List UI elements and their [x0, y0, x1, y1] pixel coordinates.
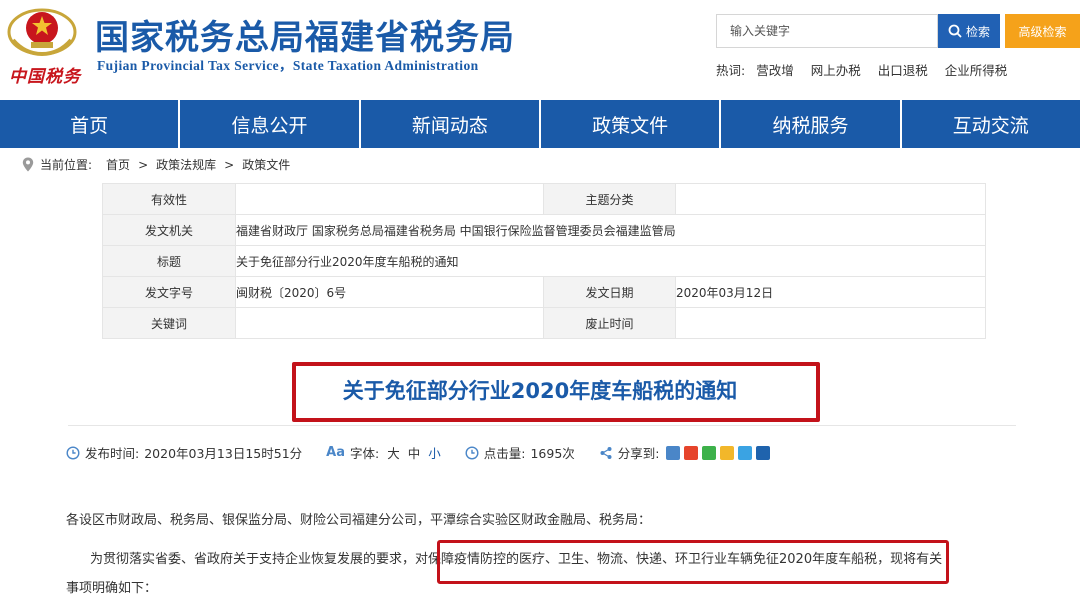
issuer-label: 发文机关: [102, 214, 236, 246]
nav-item-interaction[interactable]: 互动交流: [899, 100, 1080, 148]
hotword-link[interactable]: 网上办税: [811, 63, 861, 78]
nav-item-home[interactable]: 首页: [0, 100, 178, 148]
category-label: 主题分类: [543, 183, 676, 215]
national-emblem-logo: [5, 2, 79, 58]
clock-icon: [465, 445, 479, 460]
search-box: [716, 14, 938, 48]
nav-item-info-disclosure[interactable]: 信息公开: [178, 100, 358, 148]
breadcrumb-label: 当前位置:: [40, 158, 93, 172]
search-button[interactable]: 检索: [938, 14, 1000, 48]
nav-item-news[interactable]: 新闻动态: [358, 100, 539, 148]
font-medium-button[interactable]: 中: [408, 443, 421, 462]
nav-item-policy[interactable]: 政策文件: [538, 100, 719, 148]
share-qq-icon[interactable]: [737, 445, 752, 460]
hotword-link[interactable]: 出口退税: [878, 63, 928, 78]
article-info-bar: 发布时间: 2020年03月13日15时51分 Aa 字体: 大 中 小 点击量…: [66, 443, 794, 462]
table-row: 发文机关 福建省财政厅 国家税务总局福建省税务局 中国银行保险监督管理委员会福建…: [102, 214, 986, 246]
table-row: 有效性 主题分类: [102, 183, 986, 215]
publish-time-group: 发布时间: 2020年03月13日15时51分: [66, 443, 302, 462]
share-group: 分享到:: [599, 443, 770, 462]
publish-label: 发布时间:: [85, 446, 140, 461]
share-label: 分享到:: [617, 446, 660, 461]
title-value: 关于免征部分行业2020年度车船税的通知: [235, 245, 986, 277]
category-value: [675, 183, 986, 215]
search-input[interactable]: [717, 15, 930, 47]
location-pin-icon: [22, 157, 34, 172]
main-nav: 首页 信息公开 新闻动态 政策文件 纳税服务 互动交流: [0, 100, 1080, 148]
share-icons: [665, 445, 770, 460]
issuer-value: 福建省财政厅 国家税务总局福建省税务局 中国银行保险监督管理委员会福建监管局: [235, 214, 986, 246]
hotwords-label: 热词:: [716, 63, 746, 78]
title-divider: [68, 425, 1016, 426]
breadcrumb-separator: >: [138, 157, 149, 172]
validity-label: 有效性: [102, 183, 236, 215]
keywords-label: 关键词: [102, 307, 236, 339]
site-title[interactable]: 国家税务总局福建省税务局: [95, 10, 515, 59]
font-size-icon: Aa: [326, 445, 345, 460]
table-row: 关键词 废止时间: [102, 307, 986, 339]
breadcrumb: 当前位置: 首页 > 政策法规库 > 政策文件: [22, 156, 290, 173]
site-subtitle: Fujian Provincial Tax Service，State Taxa…: [97, 58, 479, 73]
font-large-button[interactable]: 大: [387, 443, 400, 462]
paragraph-text: 为贯彻落实省委、省政府关于支持企业恢复发展的要求，: [90, 552, 416, 567]
table-row: 发文字号 闽财税〔2020〕6号 发文日期 2020年03月12日: [102, 276, 986, 308]
views-group: 点击量: 1695次: [465, 443, 575, 462]
issue-date-label: 发文日期: [543, 276, 676, 308]
publish-time: 2020年03月13日15时51分: [144, 446, 303, 461]
search-button-label: 检索: [965, 24, 990, 39]
title-highlight-box: [292, 362, 820, 422]
article-paragraph: 各设区市财政局、税务局、银保监分局、财险公司福建分公司，平潭综合实验区财政金融局…: [66, 513, 652, 528]
breadcrumb-policy-docs[interactable]: 政策文件: [242, 156, 290, 173]
validity-value: [235, 183, 544, 215]
title-label: 标题: [102, 245, 236, 277]
share-qzone-icon[interactable]: [665, 445, 680, 460]
brand-logo-text: 中国税务: [9, 67, 81, 87]
share-wechat-icon[interactable]: [701, 445, 716, 460]
breadcrumb-home[interactable]: 首页: [106, 156, 130, 173]
clock-icon: [66, 445, 80, 460]
keywords-value: [235, 307, 544, 339]
font-label: 字体:: [350, 446, 380, 461]
breadcrumb-policy-library[interactable]: 政策法规库: [156, 156, 216, 173]
share-renren-icon[interactable]: [755, 445, 770, 460]
search-icon: [948, 24, 962, 38]
views-count: 1695次: [530, 446, 575, 461]
hotword-link[interactable]: 企业所得税: [945, 63, 1008, 78]
expiry-label: 废止时间: [543, 307, 676, 339]
nav-item-tax-service[interactable]: 纳税服务: [719, 100, 899, 148]
article-paragraph: 事项明确如下：: [66, 581, 158, 596]
font-size-group: Aa 字体: 大 中 小: [326, 443, 441, 462]
views-label: 点击量:: [483, 446, 526, 461]
issue-date-value: 2020年03月12日: [675, 276, 986, 308]
advanced-search-button[interactable]: 高级检索: [1005, 14, 1080, 48]
document-meta-table: 有效性 主题分类 发文机关 福建省财政厅 国家税务总局福建省税务局 中国银行保险…: [102, 183, 986, 339]
table-row: 标题 关于免征部分行业2020年度车船税的通知: [102, 245, 986, 277]
hotword-link[interactable]: 营改增: [756, 63, 794, 78]
share-weibo-icon[interactable]: [683, 445, 698, 460]
text-highlight-box: [437, 540, 949, 584]
breadcrumb-separator: >: [224, 157, 235, 172]
doc-number-label: 发文字号: [102, 276, 236, 308]
share-icon: [600, 446, 612, 459]
doc-number-value: 闽财税〔2020〕6号: [235, 276, 544, 308]
hotwords-bar: 热词: 营改增 网上办税 出口退税 企业所得税: [716, 60, 1020, 79]
font-small-button[interactable]: 小: [428, 443, 441, 462]
share-tqq-icon[interactable]: [719, 445, 734, 460]
expiry-value: [675, 307, 986, 339]
